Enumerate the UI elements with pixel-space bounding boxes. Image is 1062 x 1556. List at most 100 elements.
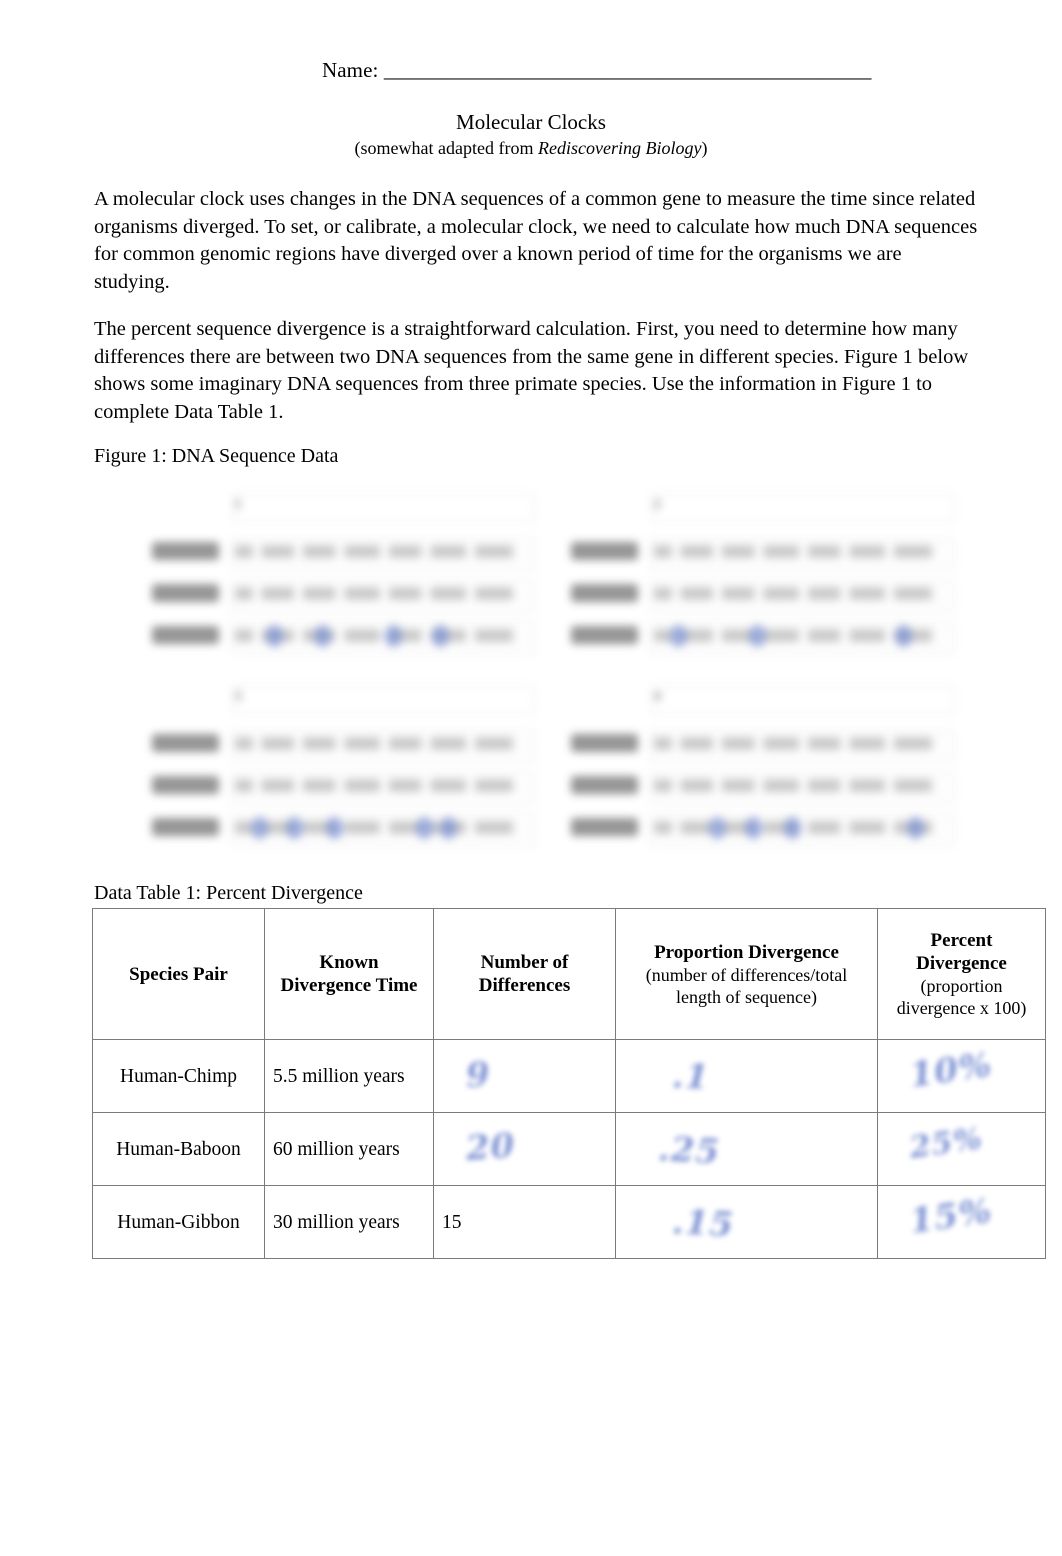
sequence-text xyxy=(653,737,950,751)
sequence-row xyxy=(140,814,535,847)
ink-difference-mark xyxy=(384,625,402,647)
figure-caption: Figure 1: DNA Sequence Data xyxy=(94,445,339,467)
sequence-row xyxy=(559,814,954,847)
header-sub: (proportion divergence x 100) xyxy=(896,976,1027,1018)
ink-difference-mark xyxy=(669,625,687,647)
subtitle-prefix: (somewhat adapted from xyxy=(354,138,538,158)
sequence-text xyxy=(234,821,531,835)
table-header-row: Species Pair Known Divergence Time Numbe… xyxy=(92,908,1046,1040)
cell-species-pair: Human-Gibbon xyxy=(92,1185,265,1259)
sequence-text xyxy=(653,545,950,558)
sequence-block-header xyxy=(232,686,535,715)
sequence-block-grid: 1 2 3 4 xyxy=(140,492,962,862)
cell-number-of-differences[interactable]: 15 xyxy=(433,1185,616,1259)
cell-known-divergence-time: 60 million years xyxy=(264,1112,434,1186)
name-field-line: Name: __________________________________… xyxy=(322,58,872,82)
sequence-block-header xyxy=(232,494,535,522)
handwritten-answer: 20 xyxy=(464,1125,517,1169)
sequence-row xyxy=(559,538,954,570)
handwritten-answer: 25% xyxy=(907,1120,985,1166)
table-header: Species Pair Known Divergence Time Numbe… xyxy=(92,908,1046,1040)
ink-difference-mark xyxy=(894,625,912,647)
data-table-caption: Data Table 1: Percent Divergence xyxy=(94,882,363,904)
data-table-percent-divergence: Species Pair Known Divergence Time Numbe… xyxy=(92,908,1046,1259)
ink-difference-mark xyxy=(744,817,762,840)
header-main: Percent Divergence xyxy=(916,930,1007,974)
column-header-species-pair: Species Pair xyxy=(92,908,265,1040)
species-label-human xyxy=(151,542,219,560)
sequence-block: 4 xyxy=(559,684,962,862)
sequence-block-header xyxy=(651,494,954,522)
header-main: Species Pair xyxy=(129,963,228,985)
sequence-text xyxy=(653,587,950,600)
ink-difference-mark xyxy=(748,625,766,647)
header-main: Number of Differences xyxy=(478,952,571,996)
sequence-text xyxy=(234,545,531,558)
sequence-row xyxy=(140,538,535,570)
page-title: Molecular Clocks xyxy=(456,110,606,134)
intro-paragraph: A molecular clock uses changes in the DN… xyxy=(94,188,978,293)
table-row: Human-Gibbon 30 million years 15 .15 15% xyxy=(92,1185,1046,1259)
species-label-chimp xyxy=(151,584,219,602)
handwritten-answer: 10% xyxy=(907,1044,995,1096)
sequence-row xyxy=(559,622,954,654)
handwritten-answer: .25 xyxy=(656,1128,722,1172)
cell-percent-divergence[interactable]: 10% xyxy=(877,1039,1046,1113)
figure-dna-sequence-data: 1 2 3 4 xyxy=(140,492,962,862)
sequence-row xyxy=(140,730,535,763)
species-label-chimp xyxy=(571,776,639,795)
table-row: Human-Chimp 5.5 million years 9 .1 10% xyxy=(92,1039,1046,1113)
sequence-block-header xyxy=(651,686,954,715)
sequence-text xyxy=(234,779,531,793)
sequence-block-tag: 1 xyxy=(234,496,242,511)
sequence-block: 2 xyxy=(559,492,962,670)
cell-percent-divergence[interactable]: 15% xyxy=(877,1185,1046,1259)
handwritten-answer: .1 xyxy=(670,1055,711,1098)
sequence-block-tag: 3 xyxy=(234,688,242,704)
header-main: Known Divergence Time xyxy=(280,952,418,996)
page-subtitle: (somewhat adapted from Rediscovering Bio… xyxy=(0,138,1062,159)
cell-number-of-differences[interactable]: 9 xyxy=(433,1039,616,1113)
ink-difference-mark xyxy=(906,817,924,840)
ink-difference-mark xyxy=(250,817,268,840)
cell-known-divergence-time: 30 million years xyxy=(264,1185,434,1259)
cell-species-pair: Human-Baboon xyxy=(92,1112,265,1186)
sequence-row xyxy=(140,580,535,612)
sequence-row xyxy=(559,772,954,805)
column-header-known-divergence-time: Known Divergence Time xyxy=(264,908,434,1040)
sequence-row xyxy=(140,622,535,654)
sequence-row xyxy=(559,580,954,612)
table-body: Human-Chimp 5.5 million years 9 .1 10% H… xyxy=(92,1039,1046,1259)
cell-proportion-divergence[interactable]: .25 xyxy=(615,1112,878,1186)
handwritten-answer: .15 xyxy=(670,1201,736,1245)
cell-known-divergence-time: 5.5 million years xyxy=(264,1039,434,1113)
sequence-row xyxy=(559,730,954,763)
ink-difference-mark xyxy=(325,817,343,840)
header-sub: (number of differences/total length of s… xyxy=(645,964,848,1007)
ink-difference-mark xyxy=(313,625,331,647)
cell-number-of-differences[interactable]: 20 xyxy=(433,1112,616,1186)
sequence-block-tag: 4 xyxy=(653,688,661,704)
species-label-baboon xyxy=(151,626,219,644)
cell-percent-divergence[interactable]: 25% xyxy=(877,1112,1046,1186)
species-label-baboon xyxy=(151,818,219,837)
sequence-block: 3 xyxy=(140,684,543,862)
cell-proportion-divergence[interactable]: .15 xyxy=(615,1185,878,1259)
sequence-text xyxy=(234,737,531,751)
header-main: Proportion Divergence xyxy=(654,941,839,963)
cell-species-pair: Human-Chimp xyxy=(92,1039,265,1113)
species-label-human xyxy=(571,542,639,560)
handwritten-answer: 9 xyxy=(464,1053,493,1096)
species-label-human xyxy=(571,734,639,753)
subtitle-suffix: ) xyxy=(701,138,708,158)
ink-difference-mark xyxy=(432,625,450,647)
subtitle-source: Rediscovering Biology xyxy=(537,138,702,158)
sequence-block: 1 xyxy=(140,492,543,670)
sequence-row xyxy=(140,772,535,805)
cell-proportion-divergence[interactable]: .1 xyxy=(615,1039,878,1113)
sequence-block-tag: 2 xyxy=(653,496,661,511)
species-label-baboon xyxy=(571,626,639,644)
column-header-percent-divergence: Percent Divergence (proportion divergenc… xyxy=(877,908,1046,1040)
document-page: Name: __________________________________… xyxy=(0,0,1062,1556)
handwritten-answer: 15% xyxy=(907,1190,995,1242)
